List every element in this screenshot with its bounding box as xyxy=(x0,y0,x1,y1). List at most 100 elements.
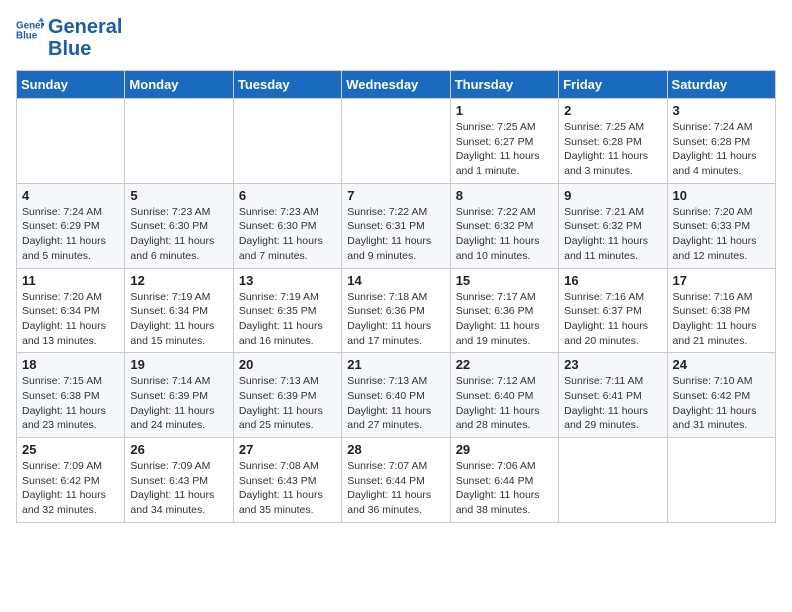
day-info: Sunrise: 7:25 AM Sunset: 6:27 PM Dayligh… xyxy=(456,120,553,179)
calendar-cell: 14 Sunrise: 7:18 AM Sunset: 6:36 PM Dayli… xyxy=(342,268,450,353)
calendar-cell: 4 Sunrise: 7:24 AM Sunset: 6:29 PM Daylig… xyxy=(17,183,125,268)
day-info: Sunrise: 7:08 AM Sunset: 6:43 PM Dayligh… xyxy=(239,459,336,518)
logo-icon: General Blue xyxy=(16,16,44,44)
day-info: Sunrise: 7:22 AM Sunset: 6:32 PM Dayligh… xyxy=(456,205,553,264)
calendar-cell: 20 Sunrise: 7:13 AM Sunset: 6:39 PM Dayli… xyxy=(233,353,341,438)
col-header-wednesday: Wednesday xyxy=(342,71,450,99)
calendar-cell: 6 Sunrise: 7:23 AM Sunset: 6:30 PM Daylig… xyxy=(233,183,341,268)
day-number: 4 xyxy=(22,188,119,203)
day-info: Sunrise: 7:25 AM Sunset: 6:28 PM Dayligh… xyxy=(564,120,661,179)
calendar-cell: 2 Sunrise: 7:25 AM Sunset: 6:28 PM Daylig… xyxy=(559,99,667,184)
day-number: 5 xyxy=(130,188,227,203)
calendar-cell xyxy=(667,438,775,523)
day-info: Sunrise: 7:24 AM Sunset: 6:29 PM Dayligh… xyxy=(22,205,119,264)
col-header-tuesday: Tuesday xyxy=(233,71,341,99)
calendar-cell: 22 Sunrise: 7:12 AM Sunset: 6:40 PM Dayli… xyxy=(450,353,558,438)
calendar-cell xyxy=(125,99,233,184)
day-number: 25 xyxy=(22,442,119,457)
day-number: 10 xyxy=(673,188,770,203)
day-info: Sunrise: 7:13 AM Sunset: 6:39 PM Dayligh… xyxy=(239,374,336,433)
calendar-cell: 27 Sunrise: 7:08 AM Sunset: 6:43 PM Dayli… xyxy=(233,438,341,523)
calendar-cell: 24Sunrise: 7:10 AM Sunset: 6:42 PM Dayli… xyxy=(667,353,775,438)
calendar-week-row: 25 Sunrise: 7:09 AM Sunset: 6:42 PM Dayli… xyxy=(17,438,776,523)
day-info: Sunrise: 7:09 AM Sunset: 6:43 PM Dayligh… xyxy=(130,459,227,518)
calendar-cell: 1 Sunrise: 7:25 AM Sunset: 6:27 PM Daylig… xyxy=(450,99,558,184)
col-header-saturday: Saturday xyxy=(667,71,775,99)
calendar-week-row: 1 Sunrise: 7:25 AM Sunset: 6:27 PM Daylig… xyxy=(17,99,776,184)
day-number: 12 xyxy=(130,273,227,288)
day-info: Sunrise: 7:20 AM Sunset: 6:33 PM Dayligh… xyxy=(673,205,770,264)
calendar-table: SundayMondayTuesdayWednesdayThursdayFrid… xyxy=(16,70,776,523)
day-info: Sunrise: 7:15 AM Sunset: 6:38 PM Dayligh… xyxy=(22,374,119,433)
day-info: Sunrise: 7:16 AM Sunset: 6:37 PM Dayligh… xyxy=(564,290,661,349)
day-info: Sunrise: 7:19 AM Sunset: 6:35 PM Dayligh… xyxy=(239,290,336,349)
calendar-cell: 16 Sunrise: 7:16 AM Sunset: 6:37 PM Dayli… xyxy=(559,268,667,353)
day-number: 16 xyxy=(564,273,661,288)
calendar-cell: 18Sunrise: 7:15 AM Sunset: 6:38 PM Dayli… xyxy=(17,353,125,438)
day-number: 14 xyxy=(347,273,444,288)
day-number: 1 xyxy=(456,103,553,118)
calendar-header-row: SundayMondayTuesdayWednesdayThursdayFrid… xyxy=(17,71,776,99)
calendar-cell: 28Sunrise: 7:07 AM Sunset: 6:44 PM Dayli… xyxy=(342,438,450,523)
day-info: Sunrise: 7:12 AM Sunset: 6:40 PM Dayligh… xyxy=(456,374,553,433)
day-number: 22 xyxy=(456,357,553,372)
calendar-cell: 21 Sunrise: 7:13 AM Sunset: 6:40 PM Dayli… xyxy=(342,353,450,438)
day-number: 11 xyxy=(22,273,119,288)
day-info: Sunrise: 7:11 AM Sunset: 6:41 PM Dayligh… xyxy=(564,374,661,433)
calendar-cell: 11Sunrise: 7:20 AM Sunset: 6:34 PM Dayli… xyxy=(17,268,125,353)
day-info: Sunrise: 7:13 AM Sunset: 6:40 PM Dayligh… xyxy=(347,374,444,433)
calendar-cell: 5 Sunrise: 7:23 AM Sunset: 6:30 PM Daylig… xyxy=(125,183,233,268)
page-header: General Blue General Blue xyxy=(16,16,776,60)
logo: General Blue General Blue xyxy=(16,16,122,60)
calendar-cell: 23 Sunrise: 7:11 AM Sunset: 6:41 PM Dayli… xyxy=(559,353,667,438)
day-info: Sunrise: 7:09 AM Sunset: 6:42 PM Dayligh… xyxy=(22,459,119,518)
calendar-cell: 17 Sunrise: 7:16 AM Sunset: 6:38 PM Dayli… xyxy=(667,268,775,353)
day-number: 21 xyxy=(347,357,444,372)
day-number: 20 xyxy=(239,357,336,372)
day-info: Sunrise: 7:19 AM Sunset: 6:34 PM Dayligh… xyxy=(130,290,227,349)
day-number: 2 xyxy=(564,103,661,118)
day-info: Sunrise: 7:10 AM Sunset: 6:42 PM Dayligh… xyxy=(673,374,770,433)
day-info: Sunrise: 7:16 AM Sunset: 6:38 PM Dayligh… xyxy=(673,290,770,349)
day-info: Sunrise: 7:18 AM Sunset: 6:36 PM Dayligh… xyxy=(347,290,444,349)
day-info: Sunrise: 7:23 AM Sunset: 6:30 PM Dayligh… xyxy=(239,205,336,264)
calendar-cell xyxy=(17,99,125,184)
calendar-cell: 12 Sunrise: 7:19 AM Sunset: 6:34 PM Dayli… xyxy=(125,268,233,353)
day-info: Sunrise: 7:23 AM Sunset: 6:30 PM Dayligh… xyxy=(130,205,227,264)
day-number: 7 xyxy=(347,188,444,203)
col-header-thursday: Thursday xyxy=(450,71,558,99)
day-number: 15 xyxy=(456,273,553,288)
logo-blue: Blue xyxy=(48,38,122,60)
col-header-monday: Monday xyxy=(125,71,233,99)
day-info: Sunrise: 7:24 AM Sunset: 6:28 PM Dayligh… xyxy=(673,120,770,179)
calendar-cell xyxy=(233,99,341,184)
calendar-cell xyxy=(342,99,450,184)
day-number: 26 xyxy=(130,442,227,457)
calendar-week-row: 4 Sunrise: 7:24 AM Sunset: 6:29 PM Daylig… xyxy=(17,183,776,268)
day-number: 8 xyxy=(456,188,553,203)
day-number: 23 xyxy=(564,357,661,372)
calendar-cell: 10 Sunrise: 7:20 AM Sunset: 6:33 PM Dayli… xyxy=(667,183,775,268)
day-number: 6 xyxy=(239,188,336,203)
day-number: 3 xyxy=(673,103,770,118)
col-header-sunday: Sunday xyxy=(17,71,125,99)
day-info: Sunrise: 7:06 AM Sunset: 6:44 PM Dayligh… xyxy=(456,459,553,518)
day-number: 27 xyxy=(239,442,336,457)
day-number: 13 xyxy=(239,273,336,288)
svg-text:Blue: Blue xyxy=(16,30,38,41)
calendar-cell: 9Sunrise: 7:21 AM Sunset: 6:32 PM Daylig… xyxy=(559,183,667,268)
day-number: 28 xyxy=(347,442,444,457)
day-info: Sunrise: 7:14 AM Sunset: 6:39 PM Dayligh… xyxy=(130,374,227,433)
calendar-cell: 3 Sunrise: 7:24 AM Sunset: 6:28 PM Daylig… xyxy=(667,99,775,184)
day-number: 9 xyxy=(564,188,661,203)
day-number: 17 xyxy=(673,273,770,288)
calendar-cell xyxy=(559,438,667,523)
day-info: Sunrise: 7:17 AM Sunset: 6:36 PM Dayligh… xyxy=(456,290,553,349)
day-info: Sunrise: 7:22 AM Sunset: 6:31 PM Dayligh… xyxy=(347,205,444,264)
calendar-week-row: 11Sunrise: 7:20 AM Sunset: 6:34 PM Dayli… xyxy=(17,268,776,353)
calendar-cell: 26 Sunrise: 7:09 AM Sunset: 6:43 PM Dayli… xyxy=(125,438,233,523)
col-header-friday: Friday xyxy=(559,71,667,99)
day-number: 29 xyxy=(456,442,553,457)
calendar-cell: 15 Sunrise: 7:17 AM Sunset: 6:36 PM Dayli… xyxy=(450,268,558,353)
calendar-cell: 8 Sunrise: 7:22 AM Sunset: 6:32 PM Daylig… xyxy=(450,183,558,268)
